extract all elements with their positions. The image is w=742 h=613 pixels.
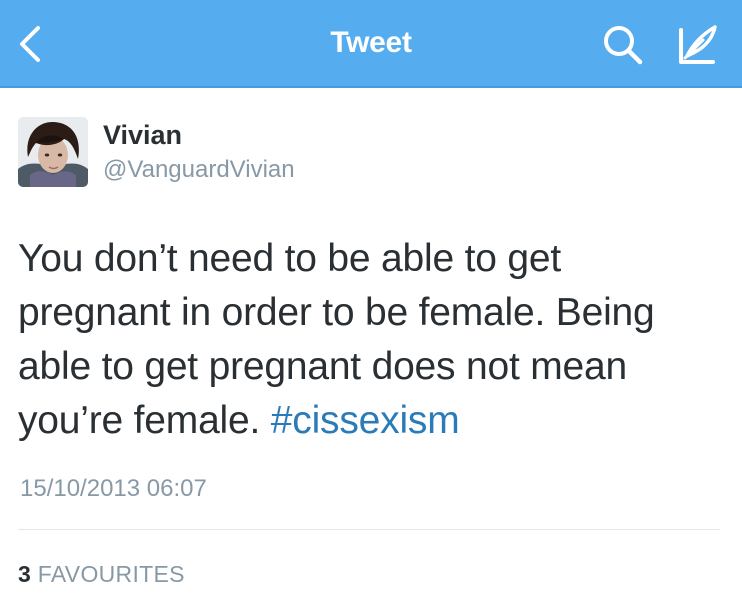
compose-tweet-button[interactable]	[670, 20, 724, 70]
back-button[interactable]	[8, 22, 52, 66]
tweet-detail-screen: Tweet Vivian @VanguardVivian You don’t n…	[0, 0, 742, 613]
author-handle[interactable]: @VanguardVivian	[103, 156, 295, 184]
profile-photo	[18, 117, 88, 187]
divider	[18, 529, 720, 530]
author-avatar[interactable]	[18, 117, 88, 187]
author-display-name[interactable]: Vivian	[103, 120, 182, 151]
tweet-timestamp: 15/10/2013 06:07	[20, 475, 207, 502]
favourites-count[interactable]: 3 FAVOURITES	[18, 561, 185, 588]
hashtag-link[interactable]: #cissexism	[271, 399, 460, 442]
top-navigation-bar: Tweet	[0, 0, 742, 88]
search-button[interactable]	[598, 20, 648, 70]
compose-tweet-icon	[679, 25, 717, 64]
search-icon	[604, 26, 643, 65]
chevron-left-icon	[20, 26, 40, 62]
favourites-label: FAVOURITES	[37, 561, 185, 587]
favourites-number: 3	[18, 561, 32, 587]
tweet-text: You don’t need to be able to get pregnan…	[18, 232, 718, 448]
